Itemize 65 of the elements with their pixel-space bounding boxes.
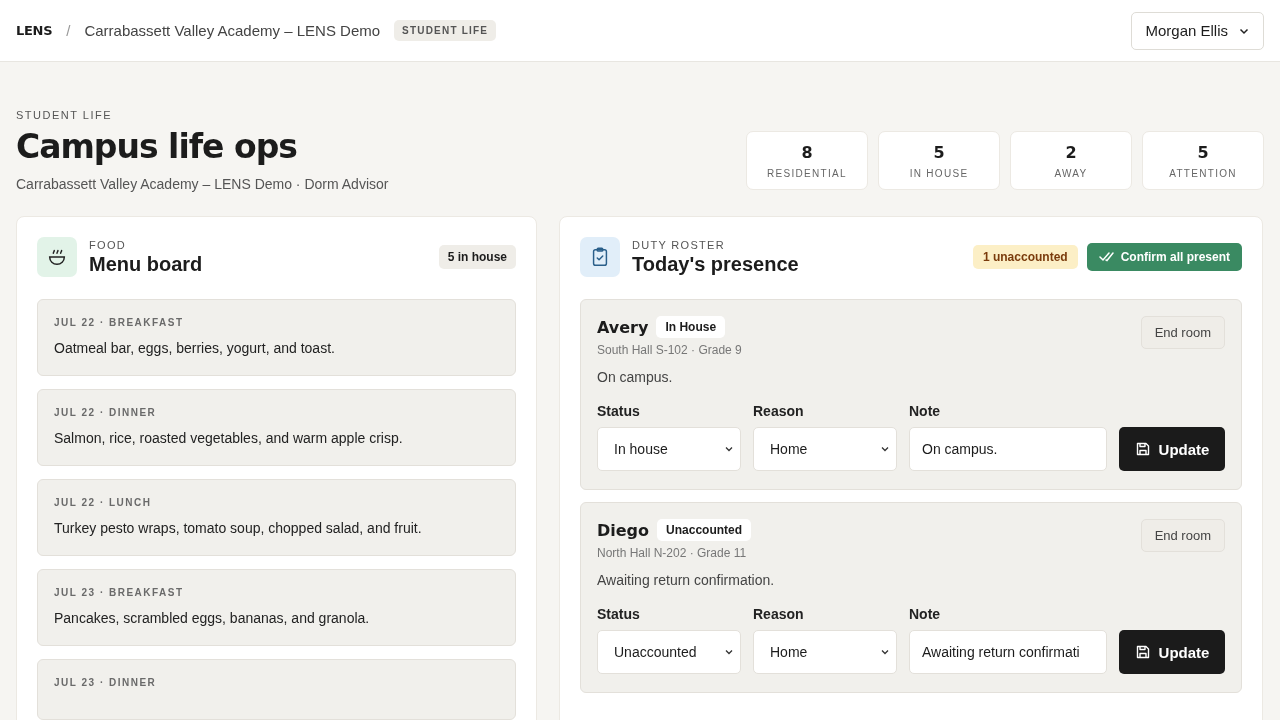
stat-value: 8 — [801, 142, 813, 162]
section-tag: STUDENT LIFE — [394, 20, 497, 41]
field-label: Note — [909, 606, 942, 622]
panel-eyebrow: FOOD — [89, 238, 127, 251]
meal-description: Oatmeal bar, eggs, berries, yogurt, and toast. — [54, 340, 336, 356]
student-name: Avery — [597, 317, 649, 337]
breadcrumb-separator: / — [66, 22, 71, 39]
field-label: Status — [597, 403, 641, 419]
meal-description: Turkey pesto wraps, tomato soup, chopped salad, and fruit. — [54, 520, 423, 536]
note-input[interactable]: Awaiting return confirmati — [909, 630, 1107, 674]
end-room-button[interactable]: End room — [1140, 316, 1225, 349]
save-icon — [1134, 644, 1151, 660]
stat-label: AWAY — [1054, 167, 1088, 179]
school-name[interactable]: Carrabassett Valley Academy – LENS Demo — [84, 22, 381, 39]
meal-label: JUL 23 · BREAKFAST — [54, 587, 185, 598]
chevron-down-icon — [724, 444, 734, 454]
meal-description: Salmon, rice, roasted vegetables, and warm apple crisp. — [54, 430, 404, 446]
field-label: Note — [909, 403, 942, 419]
user-menu-button[interactable]: Morgan Ellis — [1131, 11, 1264, 50]
panel-title: Today's presence — [632, 252, 799, 276]
stat-label: IN HOUSE — [909, 167, 969, 179]
logo[interactable]: LENS — [16, 23, 53, 38]
bowl-icon — [37, 237, 77, 277]
field-label: Status — [597, 606, 641, 622]
meal-label: JUL 22 · DINNER — [54, 407, 158, 418]
stat-value: 5 — [1197, 142, 1209, 162]
meal-label: JUL 23 · DINNER — [54, 677, 158, 688]
reason-select[interactable]: Home — [753, 427, 897, 471]
student-note: On campus. — [597, 369, 674, 385]
meal-label: JUL 22 · BREAKFAST — [54, 317, 185, 328]
update-button[interactable]: Update — [1119, 630, 1225, 674]
room-info: South Hall S-102 · Grade 9 — [597, 343, 742, 357]
student-name: Diego — [597, 520, 650, 540]
save-icon — [1134, 441, 1151, 457]
field-label: Reason — [753, 403, 805, 419]
reason-select[interactable]: Home — [753, 630, 897, 674]
status-select[interactable]: In house — [597, 427, 741, 471]
unaccounted-badge: 1 unaccounted — [972, 245, 1078, 269]
status-select[interactable]: Unaccounted — [597, 630, 741, 674]
stat-label: RESIDENTIAL — [767, 167, 847, 179]
meal-label: JUL 22 · LUNCH — [54, 497, 153, 508]
double-check-icon — [1098, 251, 1115, 263]
confirm-all-button[interactable]: Confirm all present — [1086, 243, 1242, 271]
panel-eyebrow: DUTY ROSTER — [632, 238, 726, 251]
note-input[interactable]: On campus. — [909, 427, 1107, 471]
stat-label: ATTENTION — [1169, 167, 1237, 179]
chevron-down-icon — [724, 647, 734, 657]
meal-description: Pancakes, scrambled eggs, bananas, and granola. — [54, 610, 371, 626]
clipboard-icon — [580, 237, 620, 277]
field-label: Reason — [753, 606, 805, 622]
stat-value: 2 — [1065, 142, 1077, 162]
panel-title: Menu board — [89, 252, 203, 276]
chevron-down-icon — [880, 444, 890, 454]
count-badge: 5 in house — [438, 245, 516, 269]
end-room-button[interactable]: End room — [1140, 519, 1225, 552]
status-badge: Unaccounted — [657, 519, 752, 541]
room-info: North Hall N-202 · Grade 11 — [597, 546, 748, 560]
status-badge: In House — [656, 316, 726, 338]
page-subtitle: Carrabassett Valley Academy – LENS Demo · Dorm Advisor — [16, 176, 389, 192]
stat-value: 5 — [933, 142, 945, 162]
page-eyebrow: STUDENT LIFE — [16, 109, 114, 121]
update-button[interactable]: Update — [1119, 427, 1225, 471]
student-note: Awaiting return confirmation. — [597, 572, 775, 588]
page-title: Campus life ops — [16, 127, 298, 166]
chevron-down-icon — [880, 647, 890, 657]
